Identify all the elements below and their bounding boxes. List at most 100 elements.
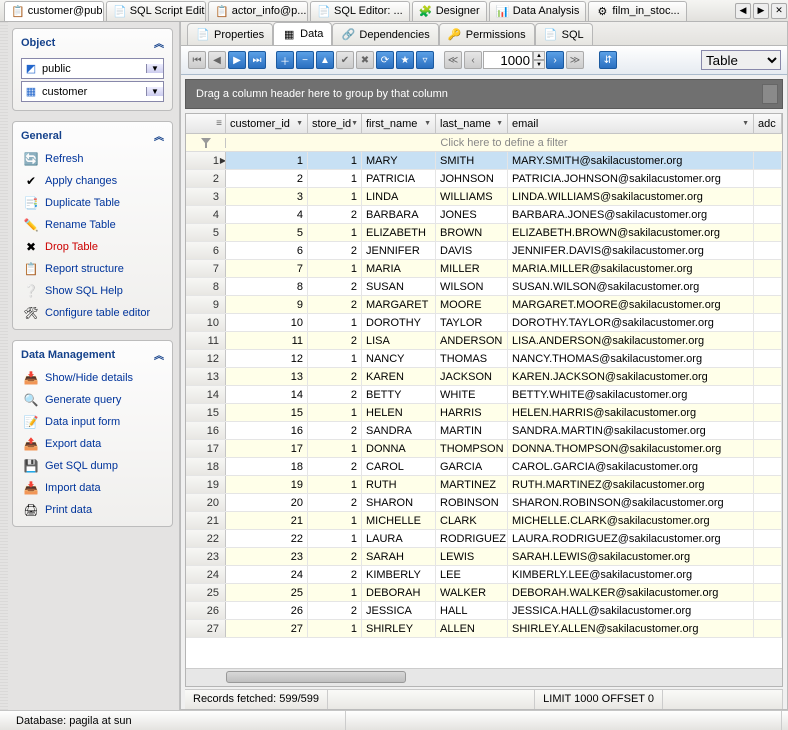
- cell-first_name[interactable]: MICHELLE: [362, 512, 436, 529]
- cell-address[interactable]: [754, 350, 782, 367]
- table-row[interactable]: 17171DONNATHOMPSONDONNA.THOMPSON@sakilac…: [186, 440, 782, 458]
- bookmark-button[interactable]: ★: [396, 51, 414, 69]
- row-number[interactable]: 14: [186, 386, 226, 403]
- cell-first_name[interactable]: SHARON: [362, 494, 436, 511]
- table-row[interactable]: 11112LISAANDERSONLISA.ANDERSON@sakilacus…: [186, 332, 782, 350]
- cell-email[interactable]: MARGARET.MOORE@sakilacustomer.org: [508, 296, 754, 313]
- row-number[interactable]: 20: [186, 494, 226, 511]
- sidebar-action-apply-changes[interactable]: ✔Apply changes: [17, 171, 168, 191]
- sidebar-action-export-data[interactable]: 📤Export data: [17, 434, 168, 454]
- cell-first_name[interactable]: MARY: [362, 152, 436, 169]
- rollback-button[interactable]: ✖: [356, 51, 374, 69]
- cell-store_id[interactable]: 2: [308, 602, 362, 619]
- column-header-email[interactable]: email▼: [508, 114, 754, 133]
- cell-address[interactable]: [754, 188, 782, 205]
- table-row[interactable]: 24242KIMBERLYLEEKIMBERLY.LEE@sakilacusto…: [186, 566, 782, 584]
- row-number[interactable]: 19: [186, 476, 226, 493]
- cell-last_name[interactable]: SMITH: [436, 152, 508, 169]
- cell-first_name[interactable]: SANDRA: [362, 422, 436, 439]
- cell-customer_id[interactable]: 6: [226, 242, 308, 259]
- cell-email[interactable]: LINDA.WILLIAMS@sakilacustomer.org: [508, 188, 754, 205]
- cell-store_id[interactable]: 2: [308, 386, 362, 403]
- tab-nav-prev[interactable]: ◀: [735, 3, 751, 19]
- cell-first_name[interactable]: DOROTHY: [362, 314, 436, 331]
- cell-email[interactable]: DEBORAH.WALKER@sakilacustomer.org: [508, 584, 754, 601]
- cell-first_name[interactable]: NANCY: [362, 350, 436, 367]
- row-number[interactable]: 15: [186, 404, 226, 421]
- table-row[interactable]: 992MARGARETMOOREMARGARET.MOORE@sakilacus…: [186, 296, 782, 314]
- cell-store_id[interactable]: 1: [308, 512, 362, 529]
- tab-close[interactable]: ✕: [771, 3, 787, 19]
- schema-combo[interactable]: ◩ public ▼: [21, 58, 164, 79]
- table-row[interactable]: 221PATRICIAJOHNSONPATRICIA.JOHNSON@sakil…: [186, 170, 782, 188]
- table-row[interactable]: 27271SHIRLEYALLENSHIRLEY.ALLEN@sakilacus…: [186, 620, 782, 638]
- cell-customer_id[interactable]: 3: [226, 188, 308, 205]
- cell-email[interactable]: LAURA.RODRIGUEZ@sakilacustomer.org: [508, 530, 754, 547]
- cell-first_name[interactable]: KAREN: [362, 368, 436, 385]
- sub-tab-permissions[interactable]: 🔑Permissions: [439, 23, 535, 45]
- cell-first_name[interactable]: SHIRLEY: [362, 620, 436, 637]
- cell-first_name[interactable]: LAURA: [362, 530, 436, 547]
- chevron-down-icon[interactable]: ▼: [424, 120, 431, 127]
- cell-email[interactable]: SHIRLEY.ALLEN@sakilacustomer.org: [508, 620, 754, 637]
- cell-address[interactable]: [754, 368, 782, 385]
- row-number[interactable]: 23: [186, 548, 226, 565]
- sidebar-action-duplicate-table[interactable]: 📑Duplicate Table: [17, 193, 168, 213]
- cell-address[interactable]: [754, 602, 782, 619]
- sub-tab-sql[interactable]: 📄SQL: [535, 23, 593, 45]
- cell-last_name[interactable]: THOMAS: [436, 350, 508, 367]
- row-number[interactable]: 17: [186, 440, 226, 457]
- cell-last_name[interactable]: LEE: [436, 566, 508, 583]
- grid-body[interactable]: 111MARYSMITHMARY.SMITH@sakilacustomer.or…: [186, 152, 782, 668]
- cell-address[interactable]: [754, 404, 782, 421]
- cell-last_name[interactable]: JONES: [436, 206, 508, 223]
- table-row[interactable]: 16162SANDRAMARTINSANDRA.MARTIN@sakilacus…: [186, 422, 782, 440]
- sidebar-action-refresh[interactable]: 🔄Refresh: [17, 149, 168, 169]
- cell-customer_id[interactable]: 21: [226, 512, 308, 529]
- cell-store_id[interactable]: 1: [308, 152, 362, 169]
- cell-last_name[interactable]: ANDERSON: [436, 332, 508, 349]
- collapse-icon[interactable]: ︽: [154, 128, 164, 143]
- cell-first_name[interactable]: LINDA: [362, 188, 436, 205]
- row-number[interactable]: 21: [186, 512, 226, 529]
- cell-customer_id[interactable]: 18: [226, 458, 308, 475]
- row-number[interactable]: 16: [186, 422, 226, 439]
- cell-email[interactable]: MARIA.MILLER@sakilacustomer.org: [508, 260, 754, 277]
- cell-address[interactable]: [754, 224, 782, 241]
- cell-store_id[interactable]: 1: [308, 224, 362, 241]
- cell-store_id[interactable]: 1: [308, 584, 362, 601]
- row-number[interactable]: 6: [186, 242, 226, 259]
- cell-customer_id[interactable]: 14: [226, 386, 308, 403]
- table-row[interactable]: 15151HELENHARRISHELEN.HARRIS@sakilacusto…: [186, 404, 782, 422]
- cell-customer_id[interactable]: 8: [226, 278, 308, 295]
- filter-row[interactable]: Click here to define a filter: [186, 134, 782, 152]
- cell-last_name[interactable]: MILLER: [436, 260, 508, 277]
- cell-first_name[interactable]: BARBARA: [362, 206, 436, 223]
- cell-address[interactable]: [754, 530, 782, 547]
- table-row[interactable]: 26262JESSICAHALLJESSICA.HALL@sakilacusto…: [186, 602, 782, 620]
- cell-address[interactable]: [754, 278, 782, 295]
- cell-store_id[interactable]: 2: [308, 206, 362, 223]
- cell-address[interactable]: [754, 584, 782, 601]
- table-row[interactable]: 111MARYSMITHMARY.SMITH@sakilacustomer.or…: [186, 152, 782, 170]
- collapse-icon[interactable]: ︽: [154, 35, 164, 50]
- cell-email[interactable]: KIMBERLY.LEE@sakilacustomer.org: [508, 566, 754, 583]
- cell-first_name[interactable]: HELEN: [362, 404, 436, 421]
- cell-address[interactable]: [754, 260, 782, 277]
- cell-last_name[interactable]: WHITE: [436, 386, 508, 403]
- cell-email[interactable]: SHARON.ROBINSON@sakilacustomer.org: [508, 494, 754, 511]
- column-header-first_name[interactable]: first_name▼: [362, 114, 436, 133]
- toggle-panel-button[interactable]: ⇵: [599, 51, 617, 69]
- cell-last_name[interactable]: HALL: [436, 602, 508, 619]
- table-row[interactable]: 23232SARAHLEWISSARAH.LEWIS@sakilacustome…: [186, 548, 782, 566]
- table-row[interactable]: 442BARBARAJONESBARBARA.JONES@sakilacusto…: [186, 206, 782, 224]
- cell-store_id[interactable]: 1: [308, 260, 362, 277]
- table-row[interactable]: 21211MICHELLECLARKMICHELLE.CLARK@sakilac…: [186, 512, 782, 530]
- editor-tab[interactable]: ⚙film_in_stoc...: [588, 1, 686, 21]
- row-number[interactable]: 8: [186, 278, 226, 295]
- cell-email[interactable]: CAROL.GARCIA@sakilacustomer.org: [508, 458, 754, 475]
- cell-address[interactable]: [754, 386, 782, 403]
- sidebar-action-generate-query[interactable]: 🔍Generate query: [17, 390, 168, 410]
- row-number[interactable]: 22: [186, 530, 226, 547]
- cell-address[interactable]: [754, 476, 782, 493]
